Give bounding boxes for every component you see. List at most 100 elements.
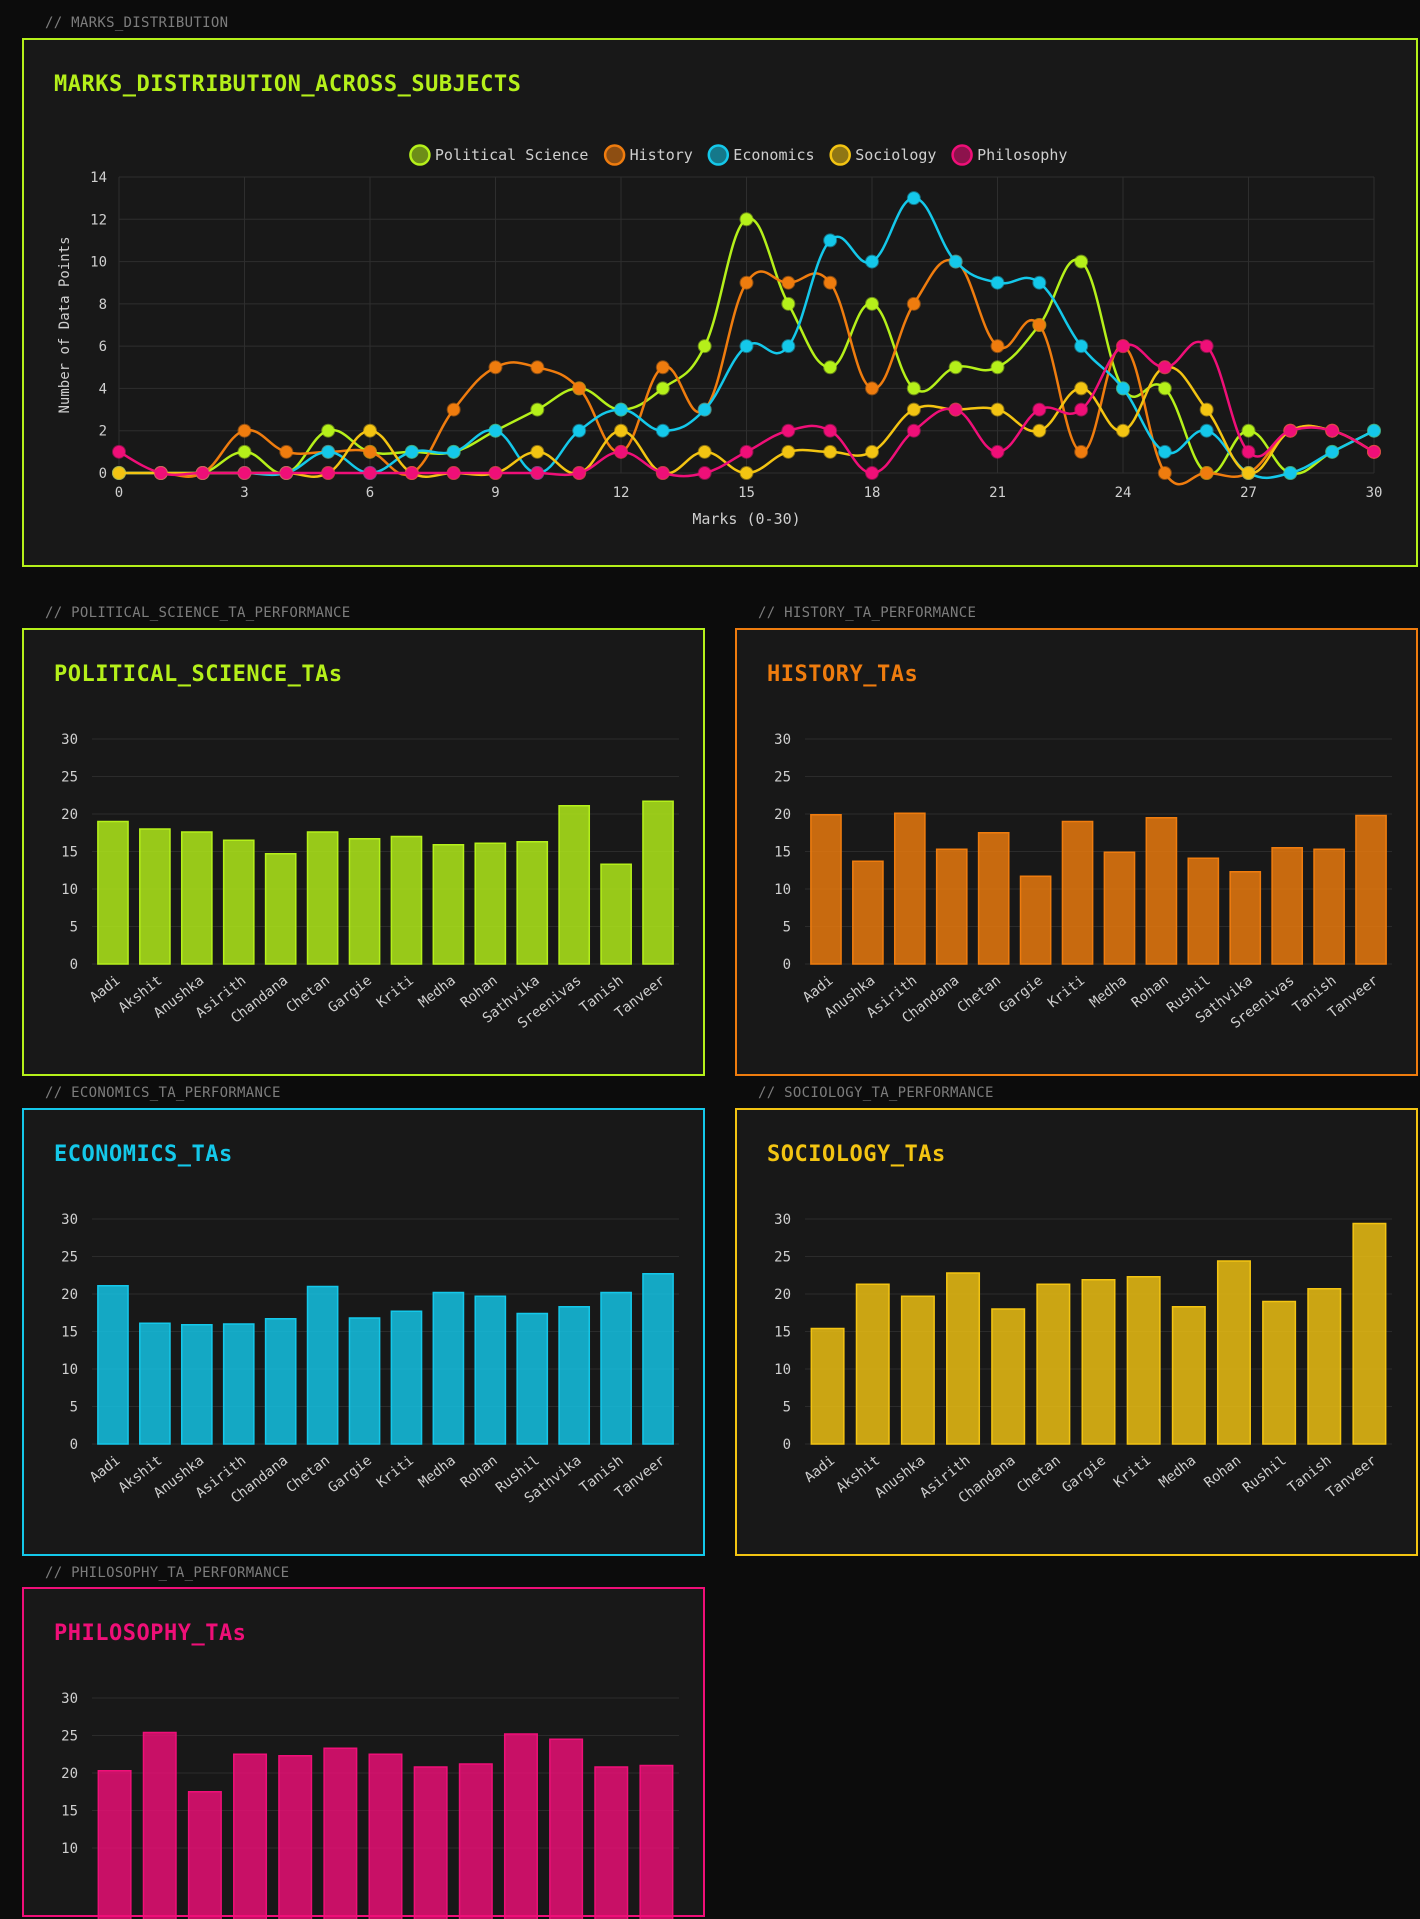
data-point <box>1075 404 1087 416</box>
y-tick-label: 10 <box>61 882 78 898</box>
bar <box>143 1733 176 1919</box>
data-point <box>155 467 167 479</box>
y-tick-label: 10 <box>774 1362 791 1378</box>
y-tick-label: 2 <box>99 424 107 440</box>
bar <box>1308 1289 1341 1444</box>
history-bar-chart: 051015202530AadiAnushkaAsirithChandanaCh… <box>737 630 1420 1078</box>
bar <box>1173 1307 1206 1444</box>
data-point <box>824 446 836 458</box>
bar <box>369 1754 402 1919</box>
bar <box>1146 818 1176 964</box>
x-axis-label: Marks (0-30) <box>692 510 800 528</box>
bar <box>559 806 589 964</box>
philosophy-bar-chart: 1015202530 <box>24 1589 707 1919</box>
y-tick-label: 20 <box>774 1287 791 1303</box>
bar <box>947 1273 980 1444</box>
data-point <box>992 361 1004 373</box>
legend-swatch <box>953 146 972 165</box>
bar <box>98 1771 131 1919</box>
y-tick-label: 20 <box>61 1287 78 1303</box>
bar <box>1188 858 1218 964</box>
bar <box>189 1792 222 1919</box>
bar <box>979 833 1009 964</box>
bar <box>391 837 421 965</box>
y-tick-label: 5 <box>70 1400 78 1416</box>
x-tick-label: 9 <box>491 485 499 501</box>
data-point <box>782 340 794 352</box>
bar <box>391 1311 421 1444</box>
x-tick-label: Chetan <box>283 1453 333 1497</box>
y-tick-label: 0 <box>783 1437 791 1453</box>
bar <box>595 1767 628 1919</box>
y-tick-label: 25 <box>774 1250 791 1266</box>
x-tick-label: Chetan <box>1014 1453 1064 1497</box>
data-point <box>824 425 836 437</box>
data-point <box>657 467 669 479</box>
x-tick-label: Medha <box>416 973 459 1012</box>
y-tick-label: 25 <box>61 1729 78 1745</box>
bar <box>414 1767 447 1919</box>
y-tick-label: 14 <box>90 170 107 186</box>
x-tick-label: Tanveer <box>1324 1453 1380 1502</box>
x-tick-label: 6 <box>366 485 374 501</box>
data-point <box>824 277 836 289</box>
x-tick-label: Kriti <box>374 973 417 1012</box>
bar <box>349 1318 379 1444</box>
bar <box>182 1325 212 1444</box>
bar <box>902 1296 935 1444</box>
x-tick-label: 27 <box>1240 485 1257 501</box>
philosophy-card: PHILOSOPHY_TAs 1015202530 <box>22 1587 705 1917</box>
x-tick-label: Medha <box>1156 1453 1199 1492</box>
data-point <box>1117 382 1129 394</box>
data-point <box>1243 446 1255 458</box>
political-science-bar-chart: 051015202530AadiAkshitAnushkaAsirithChan… <box>24 630 707 1078</box>
bar <box>1356 816 1386 965</box>
x-tick-label: 3 <box>240 485 248 501</box>
y-tick-label: 10 <box>774 882 791 898</box>
data-point <box>1033 319 1045 331</box>
data-point <box>699 340 711 352</box>
bar <box>475 843 505 964</box>
bar <box>895 813 925 964</box>
x-tick-label: 12 <box>613 485 630 501</box>
data-point <box>699 446 711 458</box>
y-tick-label: 25 <box>774 770 791 786</box>
data-point <box>1284 425 1296 437</box>
data-point <box>1368 446 1380 458</box>
y-tick-label: 25 <box>61 770 78 786</box>
y-tick-label: 30 <box>61 1212 78 1228</box>
data-point <box>741 467 753 479</box>
data-point <box>657 382 669 394</box>
data-point <box>448 446 460 458</box>
data-point <box>197 467 209 479</box>
x-tick-label: Medha <box>1087 973 1130 1012</box>
bar <box>1272 848 1302 964</box>
bar <box>224 840 254 964</box>
data-point <box>1075 340 1087 352</box>
y-tick-label: 12 <box>90 212 107 228</box>
data-point <box>782 446 794 458</box>
data-point <box>280 467 292 479</box>
x-tick-label: Chetan <box>954 973 1004 1017</box>
bar <box>517 1314 547 1445</box>
bar <box>433 845 463 964</box>
data-point <box>950 256 962 268</box>
section-label-marks-distribution: // MARKS_DISTRIBUTION <box>45 15 228 31</box>
sociology-card: SOCIOLOGY_TAs 051015202530AadiAkshitAnus… <box>735 1108 1418 1556</box>
y-tick-label: 5 <box>783 1400 791 1416</box>
bar <box>308 1287 338 1445</box>
data-point <box>239 446 251 458</box>
bar <box>266 1319 296 1444</box>
y-tick-label: 30 <box>61 1691 78 1707</box>
data-point <box>950 361 962 373</box>
bar <box>643 1274 673 1444</box>
y-tick-label: 4 <box>99 381 107 397</box>
x-tick-label: 21 <box>989 485 1006 501</box>
data-point <box>1159 382 1171 394</box>
y-tick-label: 0 <box>783 957 791 973</box>
bar <box>550 1739 583 1919</box>
data-point <box>1201 404 1213 416</box>
legend-label: History <box>630 146 693 164</box>
data-point <box>992 446 1004 458</box>
y-tick-label: 30 <box>774 732 791 748</box>
